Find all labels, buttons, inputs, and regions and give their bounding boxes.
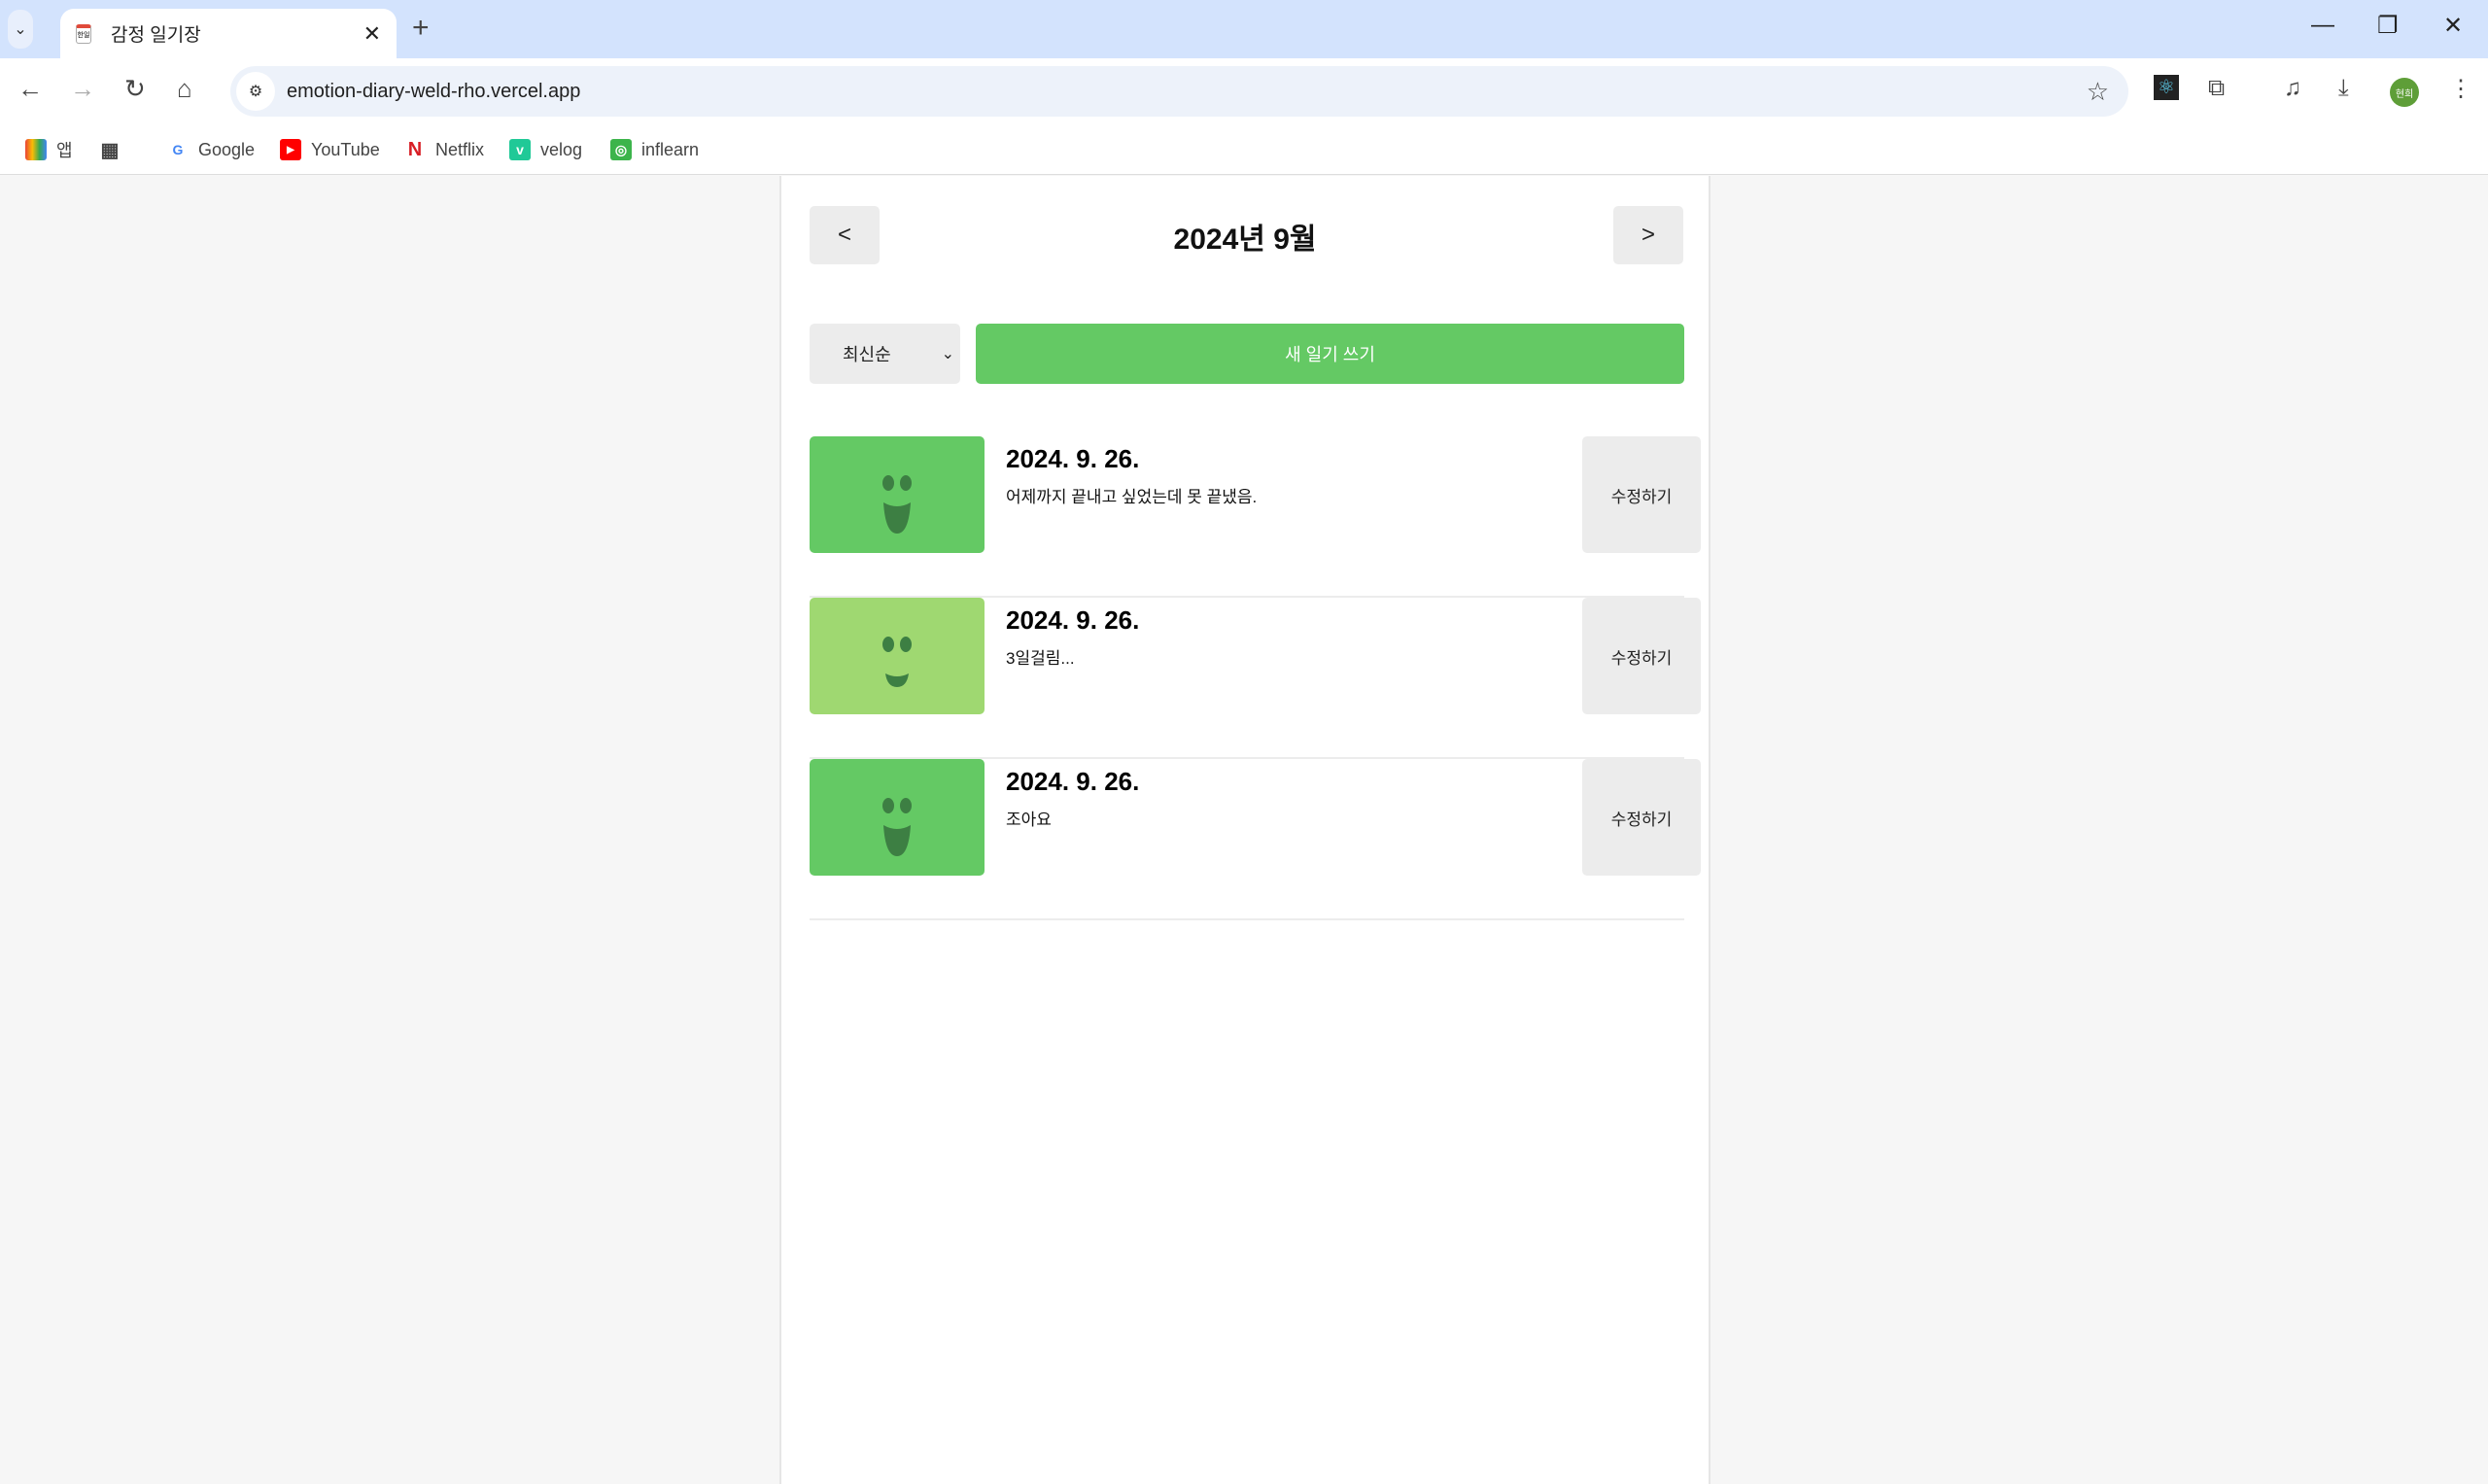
bookmark-velog[interactable]: v velog [509, 134, 582, 165]
smile-face-icon [882, 475, 912, 534]
bookmark-apps[interactable]: 앱 [25, 134, 73, 165]
browser-tab[interactable]: 한일 감정 일기장 ✕ [60, 9, 397, 58]
smile-face-icon [882, 637, 912, 687]
minimize-icon[interactable]: — [2311, 12, 2334, 39]
diary-content[interactable]: 조아요 [1006, 806, 1052, 830]
restore-icon[interactable]: ❐ [2377, 12, 2399, 40]
extensions-icon[interactable]: ⧉ [2208, 75, 2225, 102]
chevron-down-icon: ⌄ [941, 346, 954, 362]
bookmark-label: inflearn [641, 139, 700, 159]
bookmark-label: velog [540, 139, 583, 159]
bookmark-inflearn[interactable]: ◎ inflearn [610, 134, 699, 165]
profile-avatar[interactable]: 현희 [2390, 78, 2419, 107]
diary-item: 2024. 9. 26. 어제까지 끝내고 싶었는데 못 끝냈음. 수정하기 [810, 436, 1701, 598]
bookmark-netflix[interactable]: N Netflix [404, 134, 484, 165]
tab-bar: ⌄ 한일 감정 일기장 ✕ + — ❐ ✕ [0, 0, 2488, 58]
address-bar[interactable]: ⚙ emotion-diary-weld-rho.vercel.app ☆ [230, 66, 2128, 117]
close-window-icon[interactable]: ✕ [2443, 12, 2463, 40]
tab-title: 감정 일기장 [111, 25, 201, 46]
google-icon: G [172, 142, 184, 157]
diary-item: 2024. 9. 26. 3일걸림... 수정하기 [810, 598, 1701, 759]
sort-select[interactable]: 최신순 ⌄ [810, 324, 960, 384]
new-tab-button[interactable]: + [412, 12, 430, 45]
bookmark-label: YouTube [311, 139, 380, 159]
bookmark-tab-groups[interactable]: ▦ [99, 134, 130, 165]
favicon-calendar-icon: 한일 [76, 23, 91, 44]
diary-app: < 2024년 9월 > 최신순 ⌄ 새 일기 쓰기 2024. 9. 26. … [779, 176, 1710, 1484]
youtube-icon: ▶ [280, 139, 301, 160]
diary-date[interactable]: 2024. 9. 26. [1006, 767, 1139, 797]
back-icon[interactable]: ← [17, 74, 43, 104]
emotion-image[interactable] [810, 759, 985, 876]
site-info-icon[interactable]: ⚙ [236, 72, 275, 111]
react-devtools-icon[interactable]: ⚛ [2154, 75, 2179, 100]
tab-groups-icon: ▦ [100, 139, 120, 161]
bookmark-label: Netflix [435, 139, 485, 159]
netflix-icon: N [407, 138, 423, 160]
reload-icon[interactable]: ↻ [124, 74, 146, 104]
emotion-image[interactable] [810, 436, 985, 553]
diary-content[interactable]: 3일걸림... [1006, 644, 1075, 669]
next-month-button[interactable]: > [1613, 206, 1683, 264]
bookmark-youtube[interactable]: ▶ YouTube [280, 134, 380, 165]
sort-selected-value: 최신순 [843, 345, 891, 364]
close-tab-icon[interactable]: ✕ [363, 21, 381, 47]
diary-date[interactable]: 2024. 9. 26. [1006, 444, 1139, 474]
new-diary-button[interactable]: 새 일기 쓰기 [976, 324, 1684, 384]
forward-icon[interactable]: → [70, 74, 95, 104]
bookmark-label: Google [198, 139, 256, 159]
smile-face-icon [882, 798, 912, 856]
bookmark-star-icon[interactable]: ☆ [2087, 77, 2109, 107]
diary-item: 2024. 9. 26. 조아요 수정하기 [810, 759, 1701, 920]
edit-button[interactable]: 수정하기 [1582, 759, 1701, 876]
menu-icon[interactable]: ⋮ [2449, 75, 2472, 103]
url-text[interactable]: emotion-diary-weld-rho.vercel.app [287, 81, 2087, 103]
apps-grid-icon [25, 139, 47, 160]
download-icon[interactable]: ⤓ [2338, 75, 2349, 102]
velog-icon: v [509, 139, 531, 160]
edit-button[interactable]: 수정하기 [1582, 598, 1701, 714]
edit-button[interactable]: 수정하기 [1582, 436, 1701, 553]
media-control-icon[interactable]: ♫ [2284, 75, 2301, 102]
emotion-image[interactable] [810, 598, 985, 714]
inflearn-icon: ◎ [610, 139, 632, 160]
bookmark-google[interactable]: G Google [167, 134, 256, 165]
home-icon[interactable]: ⌂ [177, 74, 192, 104]
bookmark-label: 앱 [56, 141, 73, 160]
diary-date[interactable]: 2024. 9. 26. [1006, 605, 1139, 636]
browser-toolbar: ← → ↻ ⌂ ⚙ emotion-diary-weld-rho.vercel.… [0, 58, 2488, 175]
tab-search-button[interactable]: ⌄ [8, 10, 33, 49]
diary-content[interactable]: 어제까지 끝내고 싶었는데 못 끝냈음. [1006, 483, 1257, 507]
month-title: 2024년 9월 [1173, 224, 1317, 256]
